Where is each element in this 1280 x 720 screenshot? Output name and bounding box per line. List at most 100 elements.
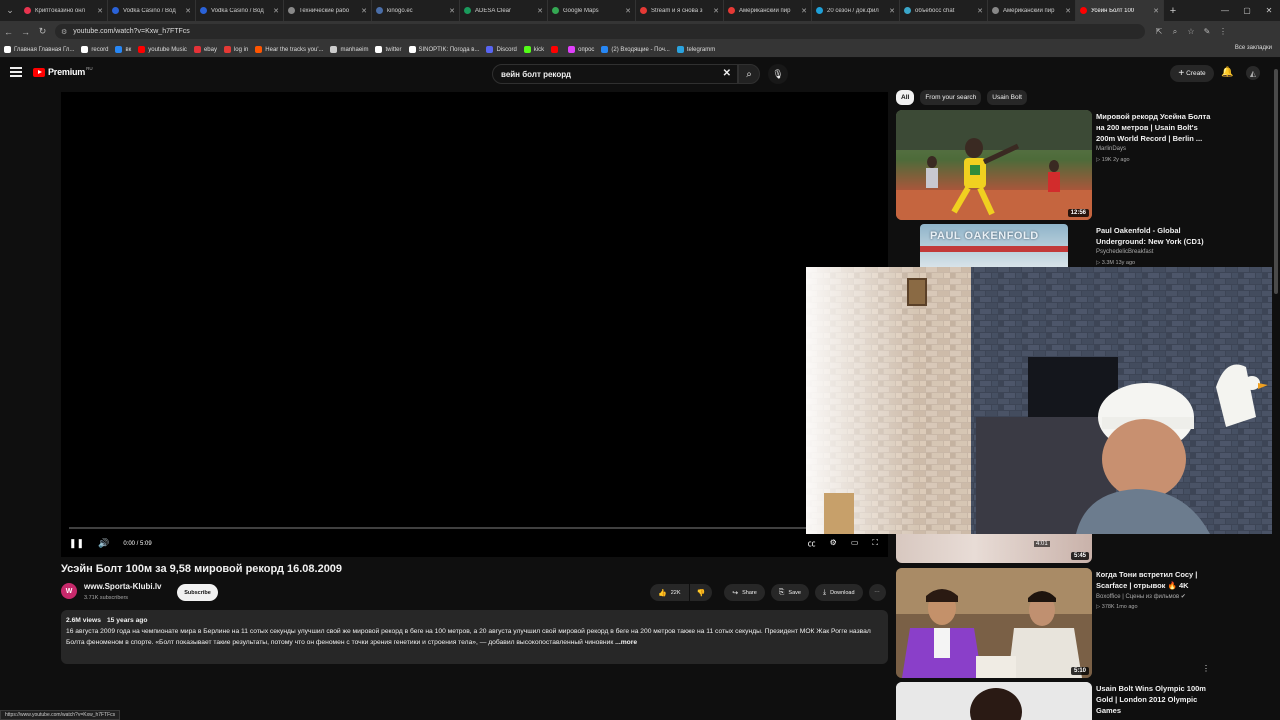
notifications-bell-icon[interactable]: 🔔 <box>1221 67 1233 78</box>
close-window-button[interactable]: ✕ <box>1258 0 1280 21</box>
close-tab-icon[interactable]: ✕ <box>1153 7 1159 15</box>
bookmark-item[interactable]: (2) Входящие - Поч... <box>601 46 670 53</box>
bookmark-item[interactable]: Главная Главная Гл... <box>4 46 74 53</box>
extensions-icon[interactable]: ✎ <box>1199 27 1215 37</box>
video-thumbnail[interactable] <box>896 682 1092 720</box>
pause-icon[interactable]: ❚❚ <box>69 538 84 549</box>
filter-chip[interactable]: From your search <box>920 90 982 105</box>
voice-search-icon[interactable]: 🎙 <box>768 64 788 84</box>
search-input[interactable]: вейн болт рекорд ✕ <box>492 64 738 84</box>
filter-chip[interactable]: All <box>896 90 915 105</box>
youtube-logo[interactable]: Premium RU <box>33 66 93 77</box>
close-tab-icon[interactable]: ✕ <box>449 7 455 15</box>
close-tab-icon[interactable]: ✕ <box>889 7 895 15</box>
video-thumbnail[interactable]: 4:01 5:45 <box>896 534 1092 563</box>
list-item[interactable]: 12:56 Мировой рекорд Усейна Болта на 200… <box>896 110 1216 222</box>
address-bar[interactable]: ⚙ youtube.com/watch?v=Kxw_h7FTFcs <box>55 24 1145 39</box>
browser-tab[interactable]: Vodka Casino / Вод ✕ <box>108 0 196 21</box>
browser-tab[interactable]: Американский пир ✕ <box>988 0 1076 21</box>
subtitles-icon[interactable]: ㏄ <box>808 538 816 549</box>
dislike-button[interactable]: 👎 <box>689 584 713 601</box>
bookmark-item[interactable]: SINOPTIK: Погода в... <box>408 46 479 53</box>
open-in-app-icon[interactable]: ⇱ <box>1151 27 1167 37</box>
rec-title[interactable]: Мировой рекорд Усейна Болта на 200 метро… <box>1096 111 1214 144</box>
bookmark-item[interactable]: log in <box>223 46 248 53</box>
bookmark-item[interactable] <box>551 46 561 53</box>
channel-name[interactable]: www.Sporta-Klubi.lv <box>84 582 161 591</box>
description-box[interactable]: 2.6M views 15 years ago 16 августа 2009 г… <box>61 610 888 664</box>
close-tab-icon[interactable]: ✕ <box>537 7 543 15</box>
progress-bar[interactable] <box>69 527 880 529</box>
close-tab-icon[interactable]: ✕ <box>625 7 631 15</box>
list-item[interactable]: PAUL OAKENFOLD Paul Oakenfold - Global U… <box>896 224 1216 268</box>
close-tab-icon[interactable]: ✕ <box>713 7 719 15</box>
save-button[interactable]: ⎘ Save <box>770 584 809 601</box>
like-button[interactable]: 👍 22K <box>650 584 689 601</box>
bookmark-item[interactable]: опрос <box>568 46 594 53</box>
action-menu-icon[interactable]: ⋮ <box>1202 664 1210 673</box>
browser-tab[interactable]: 20 сезон / док.фил ✕ <box>812 0 900 21</box>
video-thumbnail[interactable]: 12:56 <box>896 110 1092 220</box>
close-tab-icon[interactable]: ✕ <box>361 7 367 15</box>
browser-tab[interactable]: объебосс chat ✕ <box>900 0 988 21</box>
scrollbar-thumb[interactable] <box>1274 69 1278 294</box>
bookmark-item[interactable]: twitter <box>375 46 402 53</box>
zoom-icon[interactable]: ⌕ <box>1167 27 1183 37</box>
list-item[interactable]: 5:10 Когда Тони встретил Сосу | Scarface… <box>896 568 1216 680</box>
maximize-button[interactable]: ▢ <box>1236 0 1258 21</box>
account-avatar[interactable]: ◭ <box>1246 66 1260 80</box>
list-item[interactable]: 4:01 5:45 <box>896 534 1216 563</box>
theater-mode-icon[interactable]: ▭ <box>851 538 859 549</box>
close-tab-icon[interactable]: ✕ <box>185 7 191 15</box>
tab-search-button[interactable]: ⌄ <box>0 0 20 21</box>
rec-channel[interactable]: Boxoffice | Сцены из фильмов ✔ <box>1096 593 1186 600</box>
bookmark-item[interactable]: вк <box>115 46 131 53</box>
search-button[interactable]: ⌕ <box>738 64 760 84</box>
forward-button[interactable]: → <box>17 27 34 37</box>
more-actions-button[interactable]: ⋯ <box>868 584 886 601</box>
show-more-link[interactable]: ...more <box>615 639 637 646</box>
menu-dots-icon[interactable]: ⋮ <box>1215 27 1231 37</box>
bookmark-item[interactable]: record <box>81 46 108 53</box>
rec-channel[interactable]: MarlinDays <box>1096 146 1126 152</box>
bookmark-item[interactable]: manhaeim <box>330 46 368 53</box>
fullscreen-icon[interactable]: ⛶ <box>872 538 878 549</box>
rec-title[interactable]: Usain Bolt Wins Olympic 100m Gold | Lond… <box>1096 683 1214 716</box>
download-button[interactable]: ⤓ Download <box>814 584 863 601</box>
new-tab-button[interactable]: + <box>1164 5 1182 17</box>
all-bookmarks-button[interactable]: Все закладки <box>1235 45 1272 51</box>
back-button[interactable]: ← <box>0 27 17 37</box>
browser-tab[interactable]: Усейн Болт 100 ✕ <box>1076 0 1164 21</box>
close-tab-icon[interactable]: ✕ <box>97 7 103 15</box>
create-button[interactable]: + Create <box>1170 65 1214 82</box>
rec-title[interactable]: Paul Oakenfold - Global Underground: New… <box>1096 225 1214 247</box>
bookmark-item[interactable]: telegramm <box>676 46 715 53</box>
reload-button[interactable]: ↻ <box>34 26 51 37</box>
filter-chip[interactable]: Usain Bolt <box>987 90 1027 105</box>
share-button[interactable]: ↪ Share <box>724 584 765 601</box>
page-scrollbar[interactable] <box>1272 59 1280 720</box>
bookmark-item[interactable]: Discord <box>486 46 517 53</box>
rec-title[interactable]: Когда Тони встретил Сосу | Scarface | от… <box>1096 569 1214 591</box>
video-thumbnail[interactable]: 5:10 <box>896 568 1092 678</box>
browser-tab[interactable]: Vodka Casino / Вод ✕ <box>196 0 284 21</box>
volume-icon[interactable]: 🔊 <box>98 538 109 549</box>
minimize-button[interactable]: — <box>1214 0 1236 21</box>
browser-tab[interactable]: Технические рабо ✕ <box>284 0 372 21</box>
rec-channel[interactable]: PsychedelicBreakfast <box>1096 249 1153 255</box>
site-info-icon[interactable]: ⚙ <box>61 28 67 36</box>
list-item[interactable]: Usain Bolt Wins Olympic 100m Gold | Lond… <box>896 682 1216 720</box>
settings-gear-icon[interactable]: ⚙ <box>830 538 837 549</box>
subscribe-button[interactable]: Subscribe <box>177 584 218 601</box>
bookmark-item[interactable]: Hear the tracks you'... <box>255 46 323 53</box>
bookmark-item[interactable]: ebay <box>193 46 217 53</box>
video-player[interactable]: ❚❚ 🔊 0:00 / 5:09 ㏄ ⚙ ▭ ⛶ <box>61 92 888 557</box>
bookmark-star-icon[interactable]: ☆ <box>1183 27 1199 37</box>
browser-tab[interactable]: Американский пир ✕ <box>724 0 812 21</box>
browser-tab[interactable]: ADESA Clear ✕ <box>460 0 548 21</box>
browser-tab[interactable]: kinogo.ec ✕ <box>372 0 460 21</box>
close-tab-icon[interactable]: ✕ <box>977 7 983 15</box>
close-tab-icon[interactable]: ✕ <box>273 7 279 15</box>
browser-tab[interactable]: Google Maps ✕ <box>548 0 636 21</box>
bookmark-item[interactable]: kick <box>523 46 544 53</box>
